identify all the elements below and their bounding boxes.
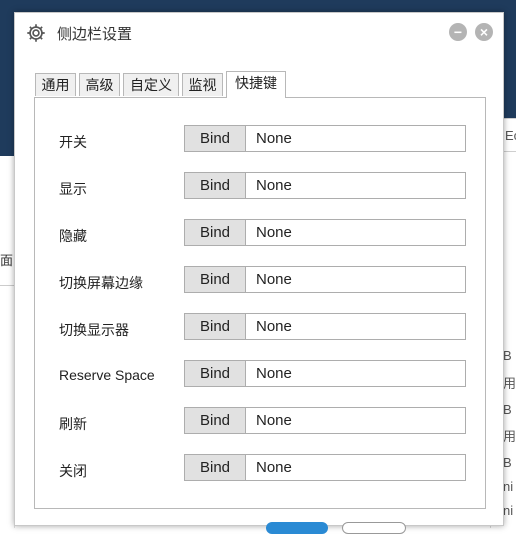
tab-hotkeys[interactable]: 快捷键 [226,71,286,98]
background-text-fragment: B [503,348,512,363]
hotkey-field[interactable]: None [246,407,466,434]
hotkey-label: 切换显示器 [59,322,129,338]
background-primary-button[interactable] [266,522,328,534]
background-left-text: 面 [0,253,14,268]
dialog-title: 侧边栏设置 [57,26,133,43]
hotkey-label: Reserve Space [59,367,155,383]
hotkey-label: 显示 [59,181,87,197]
minus-icon: − [453,24,463,40]
bind-button[interactable]: Bind [184,125,246,152]
background-text-fragment: ni [503,503,514,518]
bind-button[interactable]: Bind [184,313,246,340]
minimize-button[interactable]: − [449,23,467,41]
hotkey-label: 切换屏幕边缘 [59,275,143,291]
bind-button[interactable]: Bind [184,360,246,387]
hotkeys-panel: 开关 Bind None 显示 Bind None 隐藏 Bind None 切… [34,97,486,509]
hotkey-row: Reserve Space Bind None [35,360,485,388]
hotkey-row: 关闭 Bind None [35,454,485,482]
bind-button[interactable]: Bind [184,407,246,434]
background-text-fragment: B [503,455,512,470]
bind-button[interactable]: Bind [184,219,246,246]
tab-monitor[interactable]: 监视 [182,73,223,96]
background-text-fragment: 用 [503,429,516,444]
hotkey-row: 切换屏幕边缘 Bind None [35,266,485,294]
background-text-fragment: B [503,402,512,417]
background-secondary-button[interactable] [342,522,406,534]
tab-general[interactable]: 通用 [35,73,76,96]
hotkey-field[interactable]: None [246,219,466,246]
hotkey-label: 刷新 [59,416,87,432]
hotkey-field[interactable]: None [246,313,466,340]
tab-advanced[interactable]: 高级 [79,73,120,96]
hotkey-label: 隐藏 [59,228,87,244]
hotkey-label: 开关 [59,134,87,150]
hotkey-row: 开关 Bind None [35,125,485,153]
close-icon: × [479,24,489,40]
hotkey-label: 关闭 [59,463,87,479]
tab-custom[interactable]: 自定义 [123,73,179,96]
background-text-fragment: 用 [503,376,516,391]
background-text-fragment: ni [503,479,514,494]
background-divider [0,285,14,286]
bind-button[interactable]: Bind [184,454,246,481]
dialog-titlebar[interactable]: 侧边栏设置 − × [15,13,503,55]
close-button[interactable]: × [475,23,493,41]
hotkey-field[interactable]: None [246,125,466,152]
hotkey-row: 切换显示器 Bind None [35,313,485,341]
hotkey-row: 显示 Bind None [35,172,485,200]
hotkey-field[interactable]: None [246,266,466,293]
bind-button[interactable]: Bind [184,266,246,293]
sidebar-settings-dialog: 侧边栏设置 − × 通用 高级 自定义 监视 快捷键 开关 Bind None … [14,12,504,526]
hotkey-row: 刷新 Bind None [35,407,485,435]
hotkey-field[interactable]: None [246,454,466,481]
gear-icon [27,24,45,42]
hotkey-field[interactable]: None [246,360,466,387]
bind-button[interactable]: Bind [184,172,246,199]
hotkey-field[interactable]: None [246,172,466,199]
background-left-panel [0,156,15,528]
hotkey-row: 隐藏 Bind None [35,219,485,247]
